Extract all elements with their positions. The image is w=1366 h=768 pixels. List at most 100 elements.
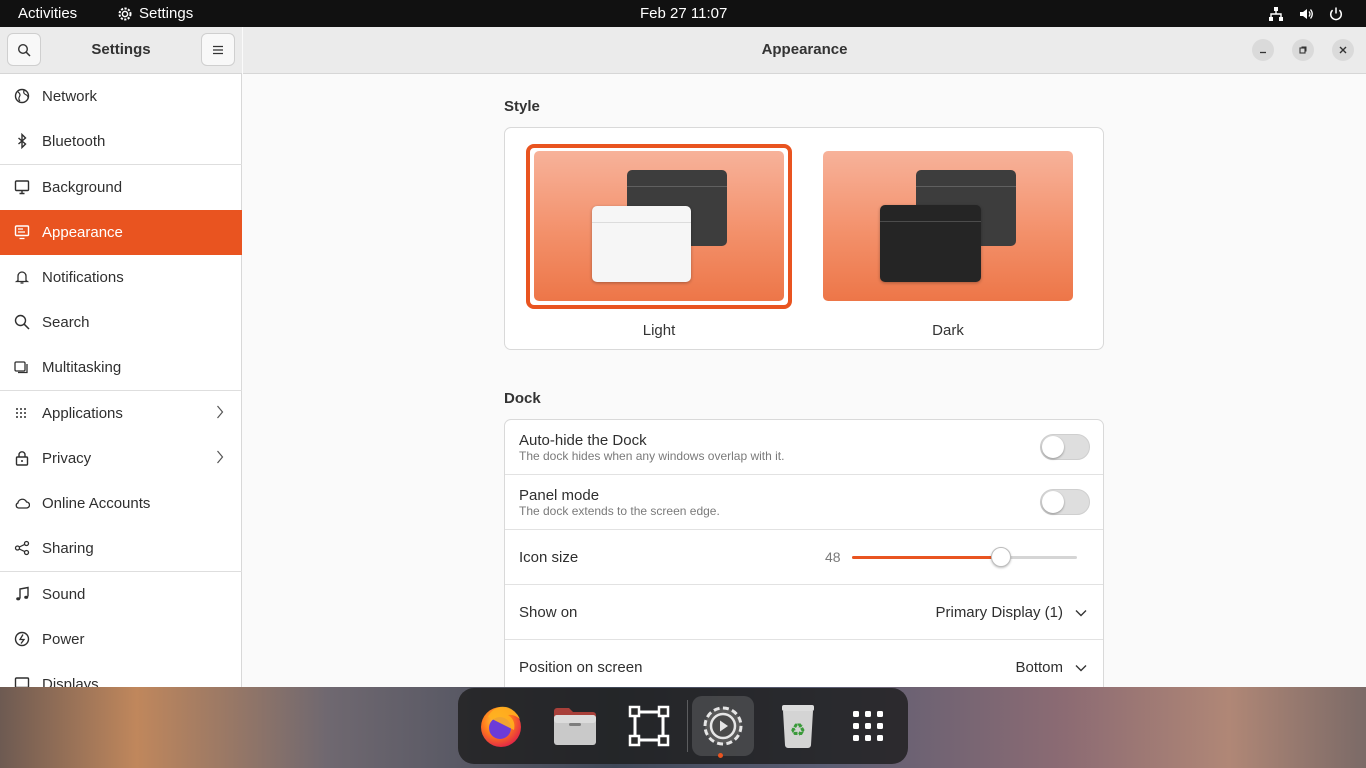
system-status-area[interactable] [1268, 0, 1344, 27]
dock-settings-list: Auto-hide the Dock The dock hides when a… [504, 419, 1104, 687]
light-theme-preview [534, 151, 784, 301]
dock-show-apps[interactable] [837, 696, 899, 756]
sidebar-item-displays[interactable]: Displays [0, 662, 242, 687]
lock-icon [15, 451, 29, 466]
row-position[interactable]: Position on screen Bottom [505, 640, 1103, 687]
apps-grid-icon [16, 408, 26, 418]
section-title-dock: Dock [504, 390, 541, 407]
volume-icon [1300, 8, 1313, 19]
icon-size-slider[interactable] [852, 547, 1077, 567]
svg-text:♻: ♻ [790, 720, 806, 741]
preview-front-window [880, 205, 981, 282]
dock-settings[interactable] [692, 696, 754, 756]
panel-mode-toggle[interactable] [1040, 489, 1090, 515]
chevron-down-icon [1075, 664, 1087, 671]
sidebar-item-network[interactable]: Network [0, 74, 242, 119]
bluetooth-icon [18, 133, 27, 149]
slider-handle[interactable] [990, 547, 1011, 567]
sidebar-item-applications[interactable]: Applications [0, 391, 242, 436]
theme-option-dark[interactable]: Dark [815, 144, 1081, 344]
sidebar-item-appearance[interactable]: Appearance [0, 210, 242, 255]
row-title: Panel mode [519, 487, 600, 504]
restore-icon [1299, 46, 1307, 54]
row-title: Position on screen [519, 659, 643, 676]
dock-files[interactable] [544, 696, 606, 756]
music-note-icon [16, 586, 29, 601]
sidebar-item-label: Bluetooth [42, 133, 106, 150]
top-bar: Activities Settings Feb 27 11:07 [0, 0, 1366, 27]
app-menu[interactable]: Settings [117, 0, 193, 27]
sidebar-item-label: Network [42, 88, 98, 105]
toggle-knob [1042, 491, 1064, 513]
monitor-icon [14, 180, 30, 195]
autohide-toggle[interactable] [1040, 434, 1090, 460]
sidebar-item-label: Applications [42, 405, 123, 422]
minimize-icon [1260, 51, 1266, 54]
row-subtitle: The dock extends to the screen edge. [519, 504, 720, 518]
sidebar-item-background[interactable]: Background [0, 165, 242, 210]
row-icon-size: Icon size 48 [505, 530, 1103, 585]
sidebar-item-notifications[interactable]: Notifications [0, 255, 242, 300]
sidebar-item-sound[interactable]: Sound [0, 572, 242, 617]
preview-front-window [592, 206, 691, 282]
search-icon [14, 314, 30, 330]
appearance-content: Style Light Dark Dock Auto-hide the Dock… [243, 74, 1366, 687]
display-icon [14, 677, 30, 687]
firefox-icon [481, 706, 521, 747]
sidebar-item-label: Online Accounts [42, 495, 151, 512]
chevron-right-icon [217, 405, 224, 419]
sidebar-item-bluetooth[interactable]: Bluetooth [0, 119, 242, 164]
maximize-button[interactable] [1292, 39, 1314, 61]
show-on-dropdown[interactable]: Primary Display (1) [935, 585, 1087, 640]
row-show-on[interactable]: Show on Primary Display (1) [505, 585, 1103, 640]
position-dropdown[interactable]: Bottom [1015, 640, 1087, 687]
main-header: Appearance [243, 27, 1366, 74]
multitasking-icon [14, 361, 28, 374]
dock-firefox[interactable] [470, 696, 532, 756]
theme-option-light[interactable]: Light [526, 144, 792, 344]
running-indicator [718, 753, 723, 758]
sidebar-item-label: Sharing [42, 540, 94, 557]
toggle-knob [1042, 436, 1064, 458]
sidebar-item-label: Displays [42, 676, 99, 687]
row-autohide[interactable]: Auto-hide the Dock The dock hides when a… [505, 420, 1103, 475]
sidebar-item-multitasking[interactable]: Multitasking [0, 345, 242, 390]
dock-trash[interactable]: ♻ [767, 696, 829, 756]
bell-icon [14, 271, 30, 284]
minimize-button[interactable] [1252, 39, 1274, 61]
sidebar-item-online-accounts[interactable]: Online Accounts [0, 481, 242, 526]
close-icon [1339, 46, 1347, 54]
row-title: Show on [519, 604, 578, 621]
page-title: Appearance [761, 41, 848, 58]
cloud-icon [15, 498, 30, 509]
settings-window: Settings Network Bluetooth Background Ap… [0, 27, 1366, 687]
sidebar-item-label: Power [42, 631, 85, 648]
sidebar-item-label: Background [42, 179, 123, 196]
row-title: Auto-hide the Dock [519, 432, 647, 449]
show-apps-icon [853, 711, 883, 741]
clock[interactable]: Feb 27 11:07 [640, 0, 727, 27]
sidebar: Settings Network Bluetooth Background Ap… [0, 27, 242, 687]
section-title-style: Style [504, 98, 540, 115]
main-menu-button[interactable] [201, 33, 235, 66]
chevron-right-icon [217, 450, 224, 464]
screenshot-icon [628, 705, 670, 747]
dropdown-value: Bottom [1015, 659, 1063, 676]
dock: ♻ [458, 688, 908, 764]
activities-button[interactable]: Activities [18, 0, 77, 27]
dock-screenshot[interactable] [618, 696, 680, 756]
settings-icon [703, 706, 743, 746]
close-button[interactable] [1332, 39, 1354, 61]
power-icon [14, 631, 30, 647]
share-icon [14, 540, 30, 556]
network-wired-icon [1269, 6, 1283, 21]
sidebar-item-label: Notifications [42, 269, 124, 286]
trash-icon: ♻ [782, 705, 814, 748]
sidebar-item-search[interactable]: Search [0, 300, 242, 345]
icon-size-value: 48 [825, 549, 841, 565]
sidebar-item-power[interactable]: Power [0, 617, 242, 662]
row-panel-mode[interactable]: Panel mode The dock extends to the scree… [505, 475, 1103, 530]
sidebar-item-sharing[interactable]: Sharing [0, 526, 242, 571]
sidebar-item-privacy[interactable]: Privacy [0, 436, 242, 481]
power-icon [1330, 7, 1342, 20]
